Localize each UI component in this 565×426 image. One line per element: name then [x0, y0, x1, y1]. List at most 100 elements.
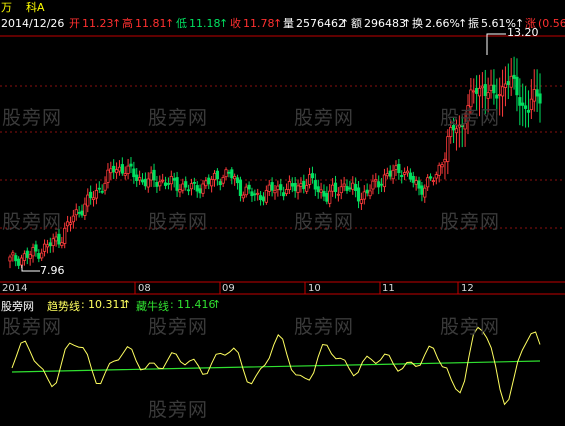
candle-body — [434, 174, 438, 179]
candle-body — [328, 190, 332, 204]
candle-body — [405, 170, 410, 174]
candle-body — [68, 222, 73, 225]
candle-body — [313, 180, 317, 190]
candle-body — [365, 189, 369, 194]
candle-body — [495, 94, 499, 99]
candle-body — [489, 84, 493, 92]
min-price-marker — [21, 265, 40, 272]
candle-body — [186, 189, 191, 192]
candle-body — [305, 185, 309, 192]
candle-body — [77, 212, 81, 214]
x-axis-label: 11 — [382, 283, 395, 294]
candle-body — [256, 192, 260, 195]
candle-body — [428, 176, 433, 179]
bull-line-label: 藏牛线 — [136, 300, 169, 313]
watermark-text: 股旁网 — [148, 211, 209, 233]
candle-body — [302, 180, 306, 190]
candle-body — [215, 170, 219, 180]
watermark-text: 股旁网 — [2, 107, 63, 129]
candle-body — [362, 191, 366, 200]
candle-body — [368, 190, 372, 197]
candle-body — [284, 189, 289, 195]
candle-body — [276, 185, 280, 191]
candle-body — [532, 89, 536, 102]
candle-body — [253, 193, 257, 196]
candle-body — [103, 182, 107, 191]
candle-body — [14, 255, 18, 262]
candle-body — [307, 174, 312, 185]
trend-line-label: 趋势线 — [47, 300, 80, 313]
candle-body — [411, 175, 415, 183]
candle-body — [414, 180, 418, 185]
candle-body — [114, 169, 119, 174]
candle-body — [17, 258, 21, 266]
candle-body — [166, 183, 171, 185]
candle-body — [163, 182, 168, 186]
watermark-text: 股旁网 — [148, 107, 209, 129]
candle-body — [181, 183, 185, 191]
candle-body — [83, 203, 87, 216]
candle-body — [486, 92, 490, 99]
candle-body — [483, 84, 487, 96]
candle-body — [529, 98, 533, 110]
candle-body — [11, 252, 15, 256]
up-arrow: ↑ — [122, 298, 132, 311]
candle-body — [238, 179, 243, 196]
candle-body — [86, 194, 90, 207]
candle-body — [37, 253, 41, 259]
candle-body — [426, 177, 430, 188]
candle-body — [48, 242, 52, 247]
candle-body — [394, 165, 398, 170]
candle-body — [339, 186, 343, 194]
candle-body — [279, 184, 283, 191]
candle-body — [106, 169, 110, 183]
candle-body — [135, 174, 139, 181]
candle-body — [333, 182, 338, 193]
watermark-text: 股旁网 — [440, 107, 501, 129]
up-arrow: ↑ — [212, 298, 222, 311]
candle-body — [480, 85, 484, 89]
candle-body — [25, 250, 29, 258]
bull-line-value-prefix: : — [170, 298, 174, 311]
candle-body — [66, 221, 70, 227]
candle-body — [189, 183, 194, 190]
watermark-text: 股旁网 — [148, 316, 209, 338]
candle-body — [140, 179, 145, 183]
candle-body — [319, 189, 323, 193]
x-axis-label: 10 — [308, 283, 321, 294]
candle-body — [178, 189, 182, 193]
candle-body — [420, 185, 424, 195]
watermark-text: 股旁网 — [294, 107, 355, 129]
candle-body — [356, 187, 361, 202]
candle-body — [120, 164, 124, 174]
candle-body — [218, 181, 222, 186]
candle-body — [244, 186, 248, 196]
watermark-text: 股旁网 — [294, 316, 355, 338]
candle-body — [521, 102, 525, 106]
candle-body — [155, 182, 159, 187]
candle-body — [325, 193, 329, 202]
candle-body — [126, 165, 130, 174]
candle-body — [195, 185, 199, 192]
candle-body — [210, 179, 214, 187]
candle-body — [273, 189, 277, 194]
candle-body — [282, 192, 286, 197]
indicator-title: 股旁网 — [1, 300, 34, 313]
candle-body — [299, 183, 303, 187]
candle-body — [109, 168, 113, 174]
candle-body — [117, 166, 122, 172]
candle-body — [345, 186, 349, 191]
watermark-text: 股旁网 — [440, 316, 501, 338]
candle-body — [472, 90, 476, 93]
candle-body — [492, 84, 496, 94]
candle-body — [506, 81, 510, 85]
candle-body — [535, 89, 539, 97]
x-axis-label: 2014 — [2, 283, 28, 294]
candle-body — [331, 184, 335, 192]
x-axis-label: 08 — [138, 283, 151, 294]
candle-body — [71, 215, 75, 223]
candle-body — [379, 183, 384, 186]
watermark-text: 股旁网 — [440, 211, 501, 233]
candle-body — [152, 169, 156, 181]
candle-body — [123, 173, 127, 176]
